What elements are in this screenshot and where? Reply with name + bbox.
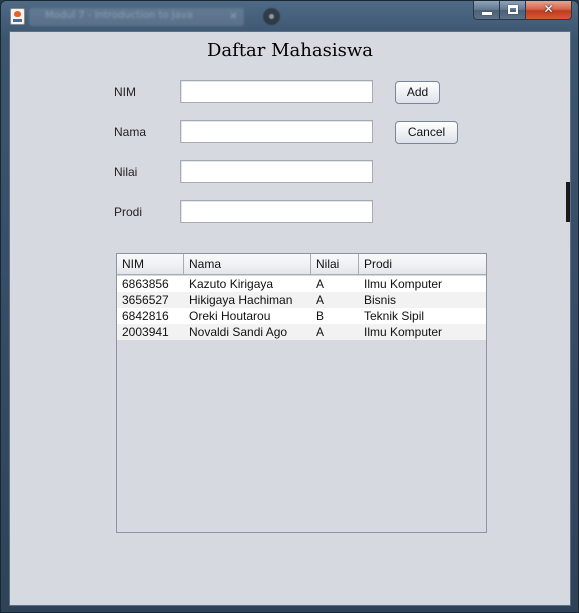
minimize-icon <box>482 12 492 15</box>
close-icon: ✕ <box>543 2 554 16</box>
cell-nama: Kazuto Kirigaya <box>189 277 274 291</box>
cell-nilai: B <box>316 309 325 323</box>
prodi-label: Prodi <box>114 205 143 219</box>
form-panel: Daftar Mahasiswa NIM Nama Nilai Prodi Ad… <box>9 31 571 606</box>
cancel-button[interactable]: Cancel <box>395 121 458 144</box>
nim-field[interactable] <box>180 80 373 103</box>
cell-prodi: Ilmu Komputer <box>364 277 443 291</box>
maximize-icon <box>508 5 518 14</box>
close-button[interactable]: ✕ <box>526 1 572 20</box>
cell-prodi: Bisnis <box>364 293 397 307</box>
cell-nilai: A <box>316 277 325 291</box>
maximize-button[interactable] <box>500 1 526 20</box>
cell-nim: 2003941 <box>122 325 169 339</box>
cell-nama: Hikigaya Hachiman <box>189 293 293 307</box>
cell-nilai: A <box>316 293 325 307</box>
java-app-icon[interactable] <box>10 8 25 25</box>
blurred-tab-text: Modul 7 - Introduction to Java <box>45 10 193 21</box>
table-row[interactable]: 2003941 Novaldi Sandi Ago A Ilmu Kompute… <box>117 324 486 340</box>
mahasiswa-table[interactable]: NIM Nama Nilai Prodi 6863856 Kazuto Kiri… <box>116 253 487 533</box>
cell-nilai: A <box>316 325 325 339</box>
cell-nim: 3656527 <box>122 293 169 307</box>
add-button[interactable]: Add <box>395 81 440 104</box>
nama-label: Nama <box>114 125 147 139</box>
blurred-circle-icon <box>263 8 280 25</box>
column-header-prodi[interactable]: Prodi <box>359 254 486 275</box>
frame-edge <box>566 182 570 222</box>
cell-nama: Oreki Houtarou <box>189 309 271 323</box>
close-icon: × <box>228 9 238 22</box>
nilai-label: Nilai <box>114 165 138 179</box>
column-header-nama[interactable]: Nama <box>184 254 311 275</box>
cell-nim: 6842816 <box>122 309 169 323</box>
nilai-field[interactable] <box>180 160 373 183</box>
table-row[interactable]: 6842816 Oreki Houtarou B Teknik Sipil <box>117 308 486 324</box>
form-title: Daftar Mahasiswa <box>207 40 373 61</box>
nim-label: NIM <box>114 85 136 99</box>
table-row[interactable]: 3656527 Hikigaya Hachiman A Bisnis <box>117 292 486 308</box>
column-header-nim[interactable]: NIM <box>117 254 184 275</box>
table-row[interactable]: 6863856 Kazuto Kirigaya A Ilmu Komputer <box>117 276 486 292</box>
table-body: 6863856 Kazuto Kirigaya A Ilmu Komputer … <box>117 276 486 340</box>
blurred-taskbar-tab: Modul 7 - Introduction to Java × <box>29 8 244 26</box>
minimize-button[interactable] <box>473 1 500 20</box>
title-bar[interactable]: Modul 7 - Introduction to Java × ✕ <box>1 1 578 31</box>
cell-prodi: Teknik Sipil <box>364 309 425 323</box>
column-header-nilai[interactable]: Nilai <box>311 254 359 275</box>
app-window: Modul 7 - Introduction to Java × ✕ Dafta… <box>0 0 579 613</box>
cell-nim: 6863856 <box>122 277 169 291</box>
window-controls: ✕ <box>473 1 572 20</box>
table-header: NIM Nama Nilai Prodi <box>117 254 486 275</box>
nama-field[interactable] <box>180 120 373 143</box>
cell-prodi: Ilmu Komputer <box>364 325 443 339</box>
cell-nama: Novaldi Sandi Ago <box>189 325 288 339</box>
prodi-field[interactable] <box>180 200 373 223</box>
